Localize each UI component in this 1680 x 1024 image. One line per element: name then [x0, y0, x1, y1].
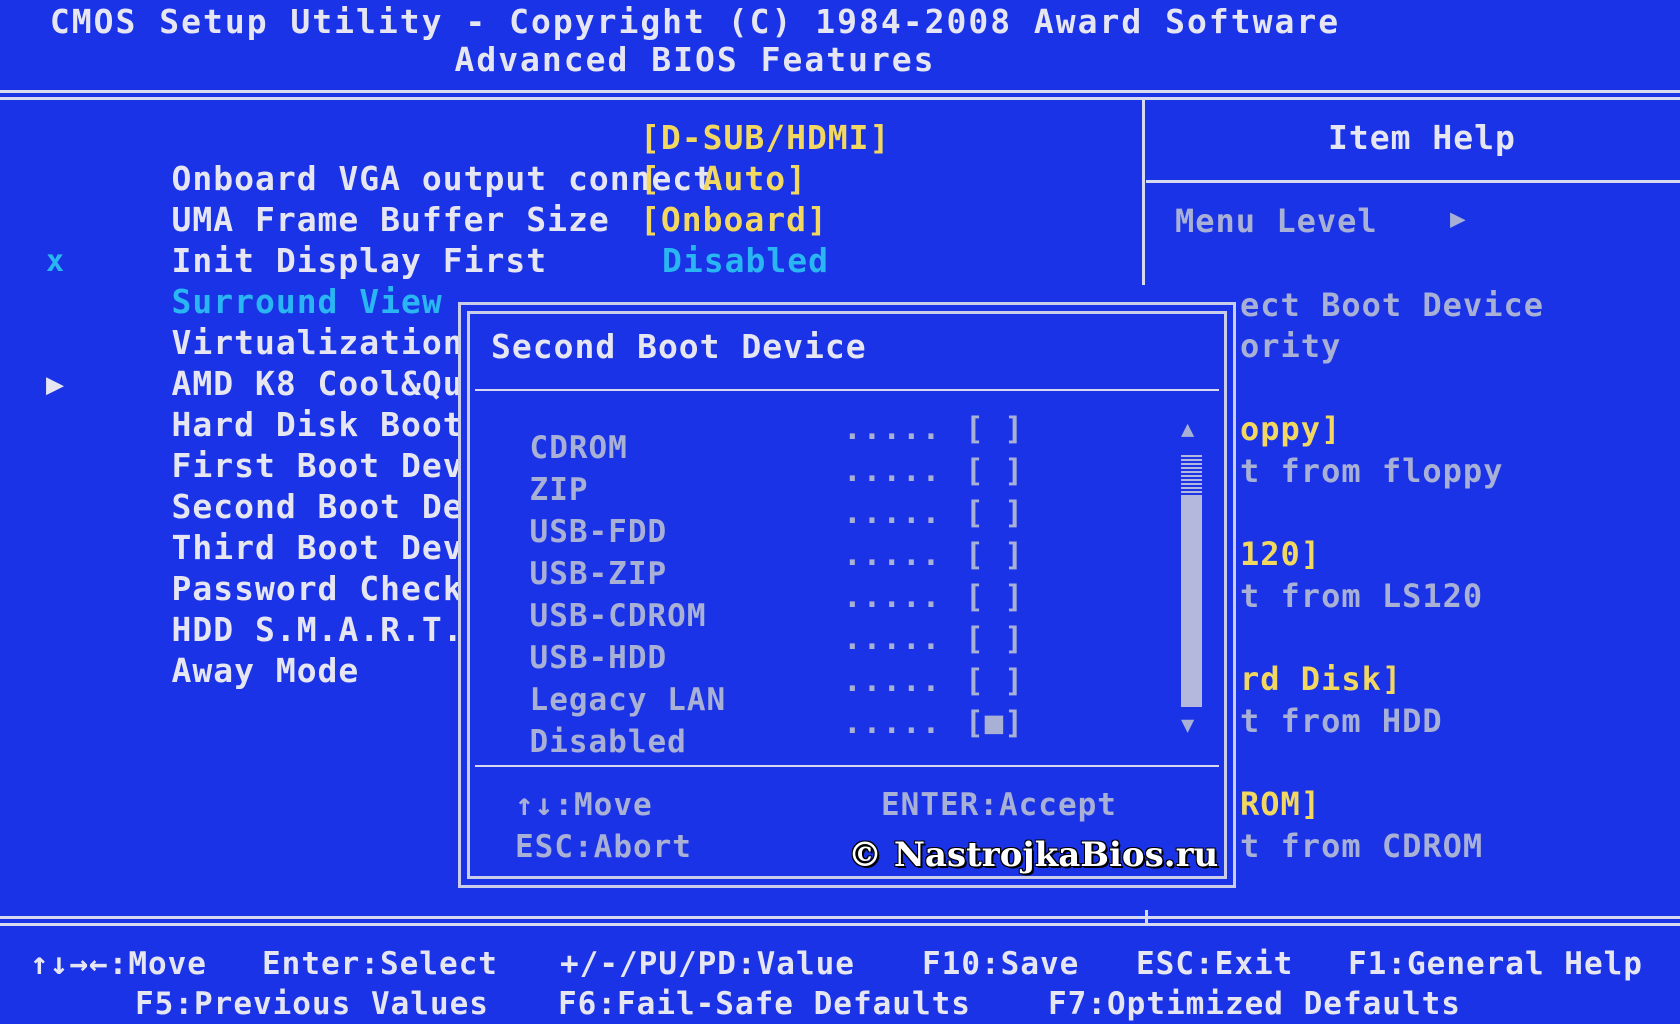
- help-text-line: oppy]: [1240, 410, 1342, 448]
- disabled-marker-icon: x: [46, 244, 66, 279]
- key-hint-accept: ENTER:Accept: [881, 787, 1117, 823]
- footer-key-exit: ESC:Exit: [1136, 946, 1294, 982]
- menu-item-away-mode[interactable]: Away Mode: [88, 609, 359, 732]
- page-title: Advanced BIOS Features: [454, 40, 936, 79]
- help-text-line: t from LS120: [1240, 577, 1484, 615]
- option-checkbox[interactable]: [ ]: [965, 537, 1024, 573]
- watermark-text: © NastrojkaBios.ru: [848, 835, 1219, 875]
- header-divider-inner: [0, 97, 1680, 100]
- scroll-down-icon[interactable]: ▼: [1181, 713, 1194, 738]
- help-text-line: ROM]: [1240, 785, 1322, 823]
- option-dots: .....: [843, 621, 942, 657]
- window-title: CMOS Setup Utility - Copyright (C) 1984-…: [49, 2, 1341, 41]
- option-dots: .....: [843, 663, 942, 699]
- menu-level-label: Menu Level: [1175, 202, 1378, 240]
- option-dots: .....: [843, 537, 942, 573]
- dialog-title-divider: [475, 389, 1219, 391]
- option-checkbox[interactable]: [ ]: [965, 453, 1024, 489]
- menu-level-arrow-icon: ▶: [1450, 204, 1466, 234]
- option-dots: .....: [843, 495, 942, 531]
- second-boot-device-dialog: Second Boot Device CDROM ..... [ ] ZIP .…: [458, 302, 1236, 888]
- help-text-line: ority: [1240, 327, 1342, 365]
- help-panel-divider: [1142, 97, 1145, 285]
- footer-key-select: Enter:Select: [262, 946, 498, 982]
- option-checkbox[interactable]: [ ]: [965, 663, 1024, 699]
- footer-key-optimized: F7:Optimized Defaults: [1048, 986, 1461, 1022]
- option-checkbox[interactable]: [ ]: [965, 621, 1024, 657]
- option-dots: .....: [843, 579, 942, 615]
- menu-item-value-uma-frame-buffer[interactable]: [ Auto]: [640, 158, 807, 199]
- option-dots: .....: [843, 411, 942, 447]
- footer-key-fail-safe: F6:Fail-Safe Defaults: [558, 986, 971, 1022]
- option-checkbox[interactable]: [ ]: [965, 495, 1024, 531]
- help-panel-divider-foot: [1145, 910, 1148, 924]
- footer-key-help: F1:General Help: [1348, 946, 1643, 982]
- option-label: Disabled: [529, 724, 687, 760]
- option-dots: .....: [843, 705, 942, 741]
- option-dots: .....: [843, 453, 942, 489]
- option-checkbox[interactable]: [ ]: [965, 411, 1024, 447]
- option-checkbox[interactable]: [ ]: [965, 579, 1024, 615]
- help-text-line: rd Disk]: [1240, 660, 1403, 698]
- footer-divider-outer: [0, 916, 1680, 919]
- footer-divider-inner: [0, 923, 1680, 926]
- header-divider-outer: [0, 90, 1680, 93]
- key-hint-abort: ESC:Abort: [515, 829, 692, 865]
- dialog-keys-divider: [475, 765, 1219, 767]
- help-text-line: 120]: [1240, 535, 1322, 573]
- submenu-arrow-icon: ▶: [46, 367, 66, 402]
- menu-item-value-onboard-vga[interactable]: [D-SUB/HDMI]: [640, 117, 890, 158]
- footer-key-value: +/-/PU/PD:Value: [560, 946, 855, 982]
- help-text-line: t from CDROM: [1240, 827, 1484, 865]
- option-checkbox-selected[interactable]: [■]: [965, 705, 1024, 741]
- scrollbar-thumb[interactable]: [1181, 453, 1202, 497]
- footer-key-save: F10:Save: [922, 946, 1080, 982]
- help-title: Item Help: [1328, 118, 1516, 157]
- dialog-title: Second Boot Device: [491, 327, 867, 366]
- scroll-up-icon[interactable]: ▲: [1181, 417, 1194, 442]
- help-text-line: t from HDD: [1240, 702, 1443, 740]
- help-title-divider: [1146, 180, 1680, 183]
- menu-item-value-surround-view: Disabled: [662, 241, 829, 280]
- menu-item-value-init-display[interactable]: [Onboard]: [640, 199, 828, 240]
- help-text-line: ect Boot Device: [1240, 286, 1544, 324]
- footer-key-previous-values: F5:Previous Values: [135, 986, 489, 1022]
- footer-key-move: ↑↓→←:Move: [30, 946, 207, 982]
- menu-item-label: Away Mode: [171, 651, 360, 690]
- key-hint-move: ↑↓:Move: [515, 787, 653, 823]
- help-text-line: t from floppy: [1240, 452, 1504, 490]
